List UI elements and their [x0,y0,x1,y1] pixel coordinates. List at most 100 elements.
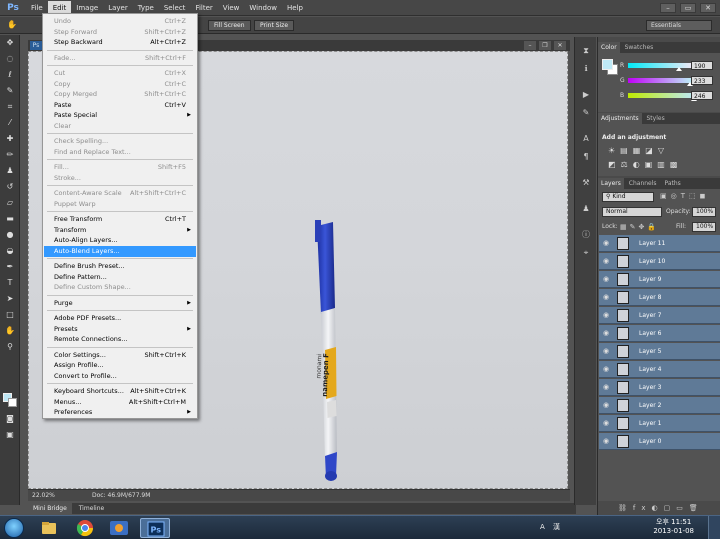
path-selection-tool-icon[interactable]: ➤ [4,293,16,305]
layer-filter-icons[interactable]: ▣◎T⬚◼ [660,192,709,200]
edit-menu-item-check-spelling[interactable]: Check Spelling... [44,136,196,147]
gradient-tool-icon[interactable]: ▬ [4,213,16,225]
edit-menu-item-remote-connections[interactable]: Remote Connections... [44,334,196,345]
channel-gradient-bar[interactable] [628,63,696,71]
edit-menu-item-fade[interactable]: Fade... Shift+Ctrl+F [44,53,196,64]
move-tool-icon[interactable]: ✥ [4,37,16,49]
brush-panel-icon[interactable]: ✎ [580,107,592,119]
tab-styles[interactable]: Styles [644,115,668,122]
fill-screen-button[interactable]: Fill Screen [208,20,251,31]
edit-menu-item-copy[interactable]: Copy Ctrl+C [44,79,196,90]
tool-presets-icon[interactable]: ⚒ [580,177,592,189]
edit-menu-item-free-transform[interactable]: Free Transform Ctrl+T [44,214,196,225]
edit-menu-item-fill[interactable]: Fill... Shift+F5 [44,162,196,173]
color-panel-foreground[interactable] [602,59,613,70]
channel-gradient-bar[interactable] [628,93,697,101]
color-slider-r[interactable]: R 190 [602,61,717,71]
blend-mode-select[interactable]: Normal [602,207,662,217]
start-button[interactable] [4,518,24,538]
layer-row[interactable]: ◉ Layer 3 [599,379,720,396]
properties-icon[interactable]: ℹ [580,63,592,75]
visibility-eye-icon[interactable]: ◉ [603,401,612,410]
menu-window[interactable]: Window [244,1,282,15]
edit-menu-item-clear[interactable]: Clear [44,121,196,132]
navigator-icon[interactable]: ⌖ [580,247,592,259]
explorer-taskbar-icon[interactable] [34,518,64,538]
character-icon[interactable]: A [580,133,592,145]
layer-row[interactable]: ◉ Layer 2 [599,397,720,414]
hand-tool-icon[interactable]: ✋ [6,19,18,31]
visibility-eye-icon[interactable]: ◉ [603,437,612,446]
edit-menu-item-stroke[interactable]: Stroke... [44,173,196,184]
edit-menu-item-auto-blend-layers[interactable]: Auto-Blend Layers... [44,245,196,257]
eyedropper-tool-icon[interactable]: ⁄ [4,117,16,129]
tab-channels[interactable]: Channels [626,180,660,187]
layer-row[interactable]: ◉ Layer 5 [599,343,720,360]
layer-row[interactable]: ◉ Layer 4 [599,361,720,378]
blur-tool-icon[interactable]: ● [4,229,16,241]
edit-menu-item-paste-special[interactable]: Paste Special ▶ [44,110,196,121]
edit-menu-item-keyboard-shortcuts[interactable]: Keyboard Shortcuts... Alt+Shift+Ctrl+K [44,386,196,397]
history-brush-tool-icon[interactable]: ↺ [4,181,16,193]
visibility-eye-icon[interactable]: ◉ [603,329,612,338]
edit-menu-item-undo[interactable]: Undo Ctrl+Z [44,16,196,27]
visibility-eye-icon[interactable]: ◉ [603,293,612,302]
tab-timeline[interactable]: Timeline [74,505,110,512]
workspace-switcher[interactable]: Essentials [646,20,712,31]
minimize-icon[interactable]: – [660,2,676,13]
dodge-tool-icon[interactable]: ◒ [4,245,16,257]
color-slider-g[interactable]: G 233 [602,76,717,86]
doc-close-icon[interactable]: ✕ [554,41,566,50]
layers-footer-icons[interactable]: ⛓fx◐▢▭🗑 [598,501,720,515]
edit-menu-item-paste[interactable]: Paste Ctrl+V [44,100,196,111]
edit-menu-item-adobe-pdf-presets[interactable]: Adobe PDF Presets... [44,313,196,324]
layer-row[interactable]: ◉ Layer 0 [599,433,720,450]
channel-value-field[interactable]: 233 [691,76,713,85]
quick-mask-icon[interactable]: ◙ [4,413,16,425]
edit-menu-item-color-settings[interactable]: Color Settings... Shift+Ctrl+K [44,350,196,361]
edit-menu-item-purge[interactable]: Purge ▶ [44,298,196,309]
layer-row[interactable]: ◉ Layer 7 [599,307,720,324]
layer-row[interactable]: ◉ Layer 11 [599,235,720,252]
tab-swatches[interactable]: Swatches [622,44,657,51]
taskbar-clock[interactable]: 오후 11:51 2013-01-08 [653,518,694,536]
system-tray[interactable]: A 漢 [540,522,563,532]
background-color-swatch[interactable] [8,398,17,407]
edit-menu-item-preferences[interactable]: Preferences ▶ [44,407,196,418]
edit-menu-item-copy-merged[interactable]: Copy Merged Shift+Ctrl+C [44,89,196,100]
doc-restore-icon[interactable]: ❐ [539,41,551,50]
doc-minimize-icon[interactable]: – [524,41,536,50]
lock-icons[interactable]: ▦✎✥🔒 [620,222,659,232]
actions-icon[interactable]: ▶ [580,89,592,101]
quick-select-tool-icon[interactable]: ✎ [4,85,16,97]
menu-help[interactable]: Help [282,1,308,15]
document-size[interactable]: Doc: 46.9M/677.9M [92,490,150,501]
edit-menu-item-step-forward[interactable]: Step Forward Shift+Ctrl+Z [44,27,196,38]
hand-tool-icon[interactable]: ✋ [4,325,16,337]
layer-row[interactable]: ◉ Layer 10 [599,253,720,270]
layer-kind-filter[interactable]: ⚲ Kind [602,192,654,202]
edit-menu-item-presets[interactable]: Presets ▶ [44,324,196,335]
color-slider-b[interactable]: B 246 [602,91,717,101]
tab-layers[interactable]: Layers [598,178,624,189]
visibility-eye-icon[interactable]: ◉ [603,419,612,428]
clone-source-icon[interactable]: ♟ [580,203,592,215]
edit-menu-item-puppet-warp[interactable]: Puppet Warp [44,199,196,210]
info-icon[interactable]: ⓘ [580,229,592,241]
zoom-tool-icon[interactable]: ⚲ [4,341,16,353]
edit-menu-item-step-backward[interactable]: Step Backward Alt+Ctrl+Z [44,37,196,48]
healing-brush-tool-icon[interactable]: ✚ [4,133,16,145]
tab-adjustments[interactable]: Adjustments [598,113,642,124]
fill-field[interactable]: 100% [692,222,716,232]
type-tool-icon[interactable]: T [4,277,16,289]
menu-view[interactable]: View [218,1,245,15]
tab-mini-bridge[interactable]: Mini Bridge [28,503,72,514]
show-desktop-button[interactable] [708,516,720,539]
clone-stamp-tool-icon[interactable]: ♟ [4,165,16,177]
edit-menu-item-transform[interactable]: Transform ▶ [44,225,196,236]
brush-tool-icon[interactable]: ✏ [4,149,16,161]
visibility-eye-icon[interactable]: ◉ [603,239,612,248]
paragraph-icon[interactable]: ¶ [580,151,592,163]
adjustment-icons-row-2[interactable]: ◩⚖◐▣▥▩ [608,160,682,169]
slider-thumb-icon[interactable] [675,67,682,71]
